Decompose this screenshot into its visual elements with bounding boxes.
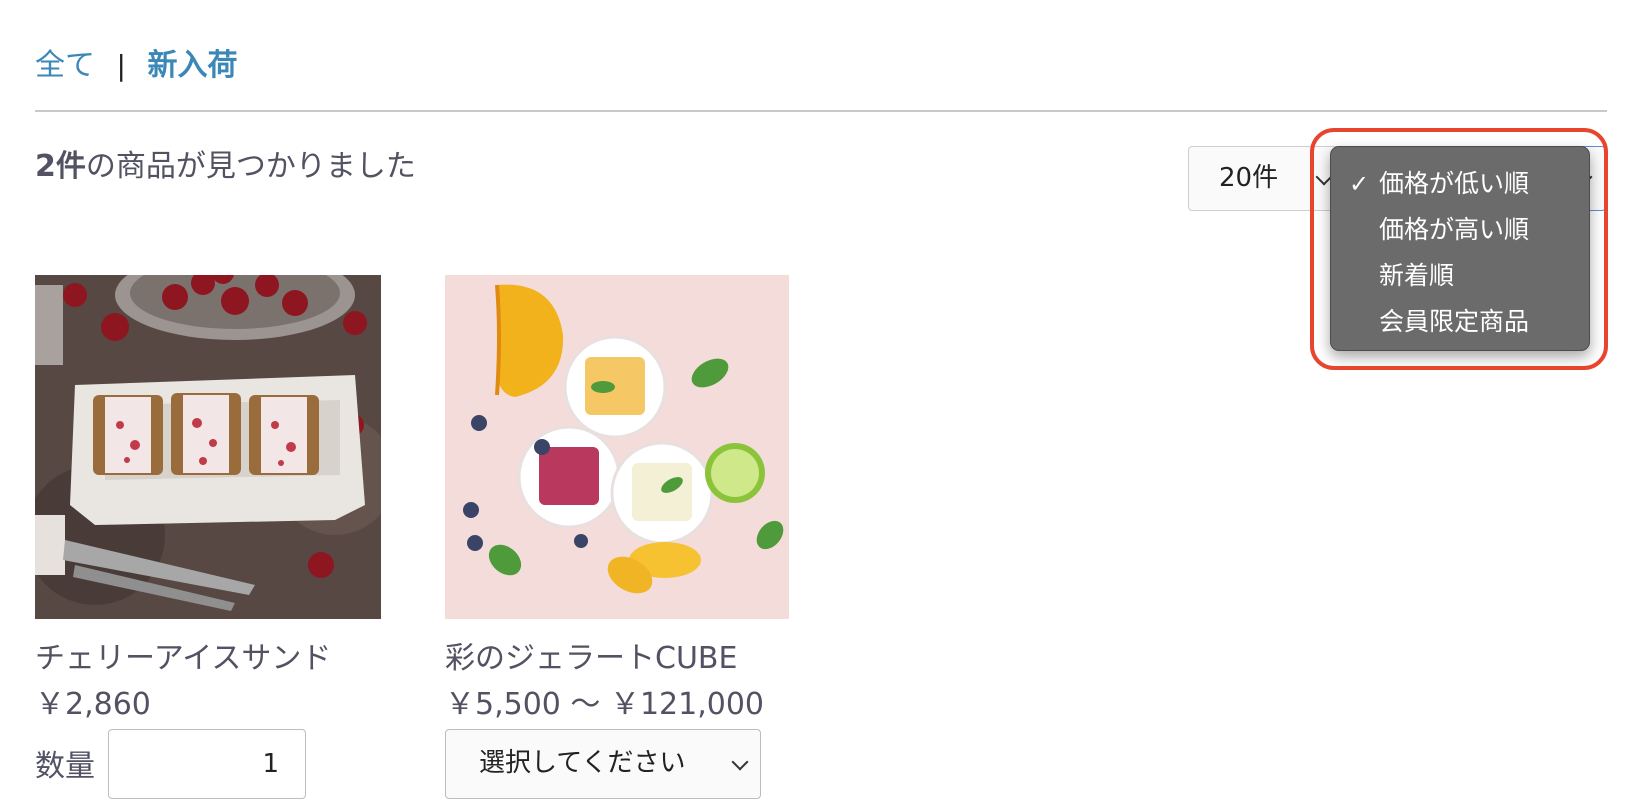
result-count-text: の商品が見つかりました (85, 149, 416, 184)
product-card: チェリーアイスサンド ￥2,860 数量 (35, 275, 381, 799)
product-price: ￥5,500 ～ ￥121,000 (445, 687, 765, 722)
category-link-new-arrivals[interactable]: 新入荷 (148, 48, 238, 83)
sort-option-label: 会員限定商品 (1379, 307, 1530, 336)
product-option-placeholder: 選択してください (479, 748, 686, 778)
product-name[interactable]: チェリーアイスサンド (35, 637, 331, 681)
display-count-value: 20件 (1219, 163, 1279, 193)
quantity-input[interactable] (108, 729, 306, 799)
breadcrumb-separator: | (116, 49, 126, 82)
result-count-number: 2件 (35, 149, 86, 184)
product-price: ￥2,860 (35, 687, 151, 722)
sort-option-price-low[interactable]: ✓ 価格が低い順 (1331, 161, 1589, 207)
sort-option-price-high[interactable]: 価格が高い順 (1331, 207, 1589, 253)
product-card: 彩のジェラートCUBE ￥5,500 ～ ￥121,000 選択してください (445, 275, 789, 799)
product-option-select[interactable]: 選択してください (445, 729, 761, 799)
product-image[interactable] (445, 275, 789, 619)
chevron-down-icon (731, 753, 749, 771)
product-photo-gelato-cube (445, 275, 789, 619)
check-icon: ✓ (1349, 170, 1370, 198)
product-image[interactable] (35, 275, 381, 619)
quantity-label: 数量 (35, 749, 95, 784)
sort-option-label: 価格が高い順 (1379, 215, 1530, 244)
header-divider (35, 110, 1607, 112)
sort-option-newest[interactable]: 新着順 (1331, 253, 1589, 299)
product-name[interactable]: 彩のジェラートCUBE (445, 637, 737, 681)
sort-order-menu: ✓ 価格が低い順 価格が高い順 新着順 会員限定商品 (1330, 146, 1590, 351)
sort-option-label: 価格が低い順 (1379, 169, 1530, 198)
category-link-all[interactable]: 全て (35, 48, 95, 83)
category-breadcrumb: 全て | 新入荷 (35, 44, 238, 88)
sort-option-label: 新着順 (1379, 261, 1455, 290)
result-count: 2件の商品が見つかりました (35, 145, 416, 189)
product-photo-cherry-ice-sandwich (35, 275, 381, 619)
sort-option-members-only[interactable]: 会員限定商品 (1331, 299, 1589, 345)
